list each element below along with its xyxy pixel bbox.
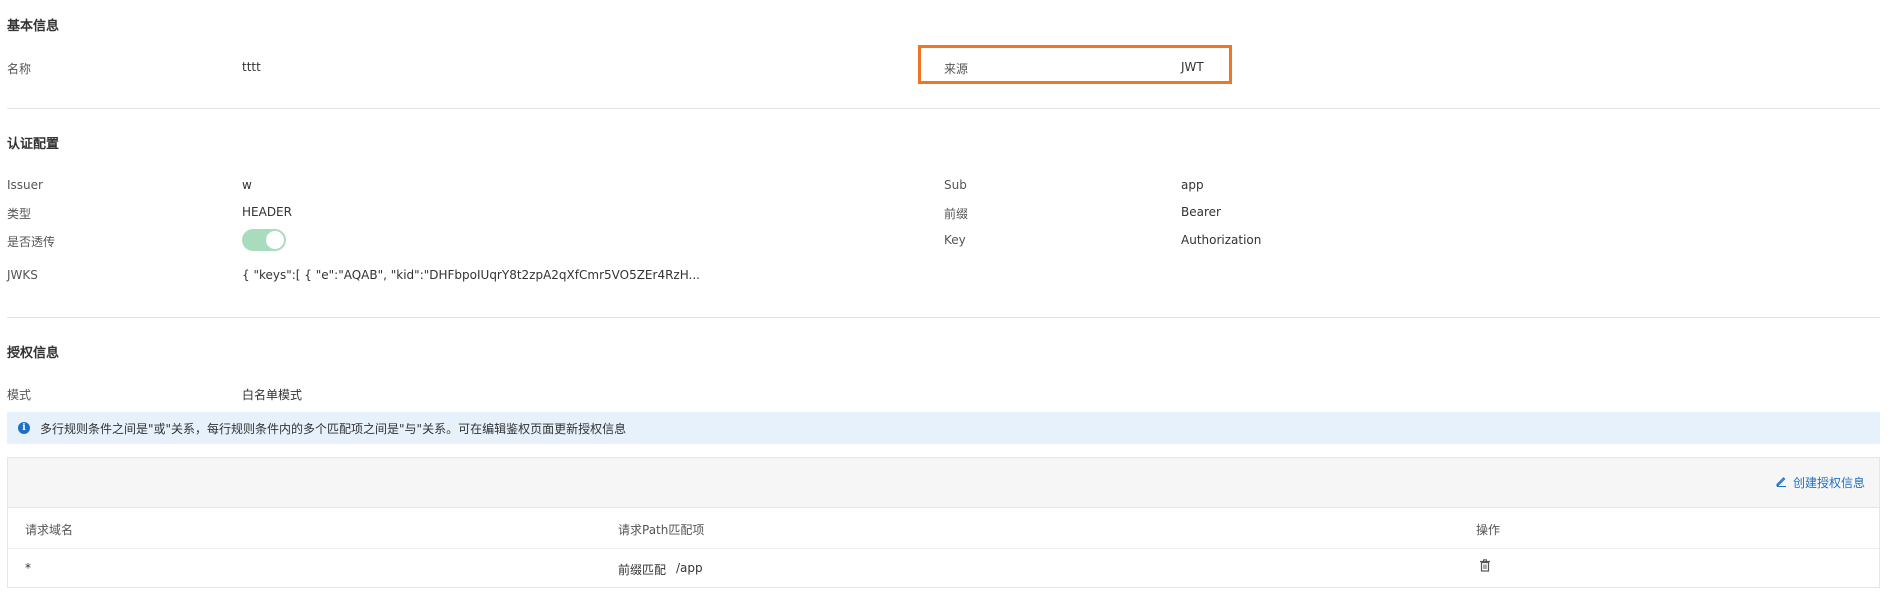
authz-table: 创建授权信息 请求域名 请求Path匹配项 操作 * 前缀匹配 /app	[7, 457, 1880, 588]
auth-config-title: 认证配置	[7, 137, 60, 152]
mode-value: 白名单模式	[242, 388, 303, 402]
cell-path: /app	[676, 561, 703, 575]
info-icon: i	[18, 422, 30, 434]
prefix-value: Bearer	[1181, 205, 1221, 219]
sub-label: Sub	[944, 178, 967, 192]
jwks-label: JWKS	[7, 268, 38, 282]
source-value: JWT	[1181, 60, 1204, 74]
key-value: Authorization	[1181, 233, 1262, 247]
column-header-domain: 请求域名	[25, 523, 74, 537]
info-banner: i 多行规则条件之间是"或"关系，每行规则条件内的多个匹配项之间是"与"关系。可…	[7, 412, 1880, 444]
type-label: 类型	[7, 207, 32, 221]
issuer-label: Issuer	[7, 178, 43, 192]
authz-info-title: 授权信息	[7, 346, 60, 361]
type-value: HEADER	[242, 205, 292, 219]
column-header-path: 请求Path匹配项	[618, 523, 705, 537]
passthrough-label: 是否透传	[7, 235, 56, 249]
key-label: Key	[944, 233, 966, 247]
divider	[7, 317, 1880, 318]
prefix-label: 前缀	[944, 207, 969, 221]
edit-icon	[1775, 475, 1787, 490]
cell-domain: *	[25, 561, 31, 575]
table-toolbar: 创建授权信息	[8, 458, 1879, 508]
name-value: tttt	[242, 60, 261, 74]
column-header-action: 操作	[1476, 523, 1501, 537]
cell-match-type: 前缀匹配	[618, 563, 667, 577]
create-authz-button[interactable]: 创建授权信息	[1775, 474, 1865, 491]
basic-info-title: 基本信息	[7, 19, 60, 34]
sub-value: app	[1181, 178, 1204, 192]
row-divider	[8, 548, 1879, 549]
passthrough-toggle[interactable]	[242, 229, 286, 251]
divider	[7, 108, 1880, 109]
issuer-value: w	[242, 178, 252, 192]
create-authz-label: 创建授权信息	[1792, 476, 1865, 490]
source-label: 来源	[944, 62, 969, 76]
mode-label: 模式	[7, 388, 32, 402]
info-text: 多行规则条件之间是"或"关系，每行规则条件内的多个匹配项之间是"与"关系。可在编…	[40, 422, 627, 436]
toggle-knob	[266, 231, 284, 249]
jwks-value: { "keys":[ { "e":"AQAB", "kid":"DHFbpoIU…	[242, 268, 700, 282]
trash-icon[interactable]	[1479, 559, 1491, 575]
name-label: 名称	[7, 62, 32, 76]
